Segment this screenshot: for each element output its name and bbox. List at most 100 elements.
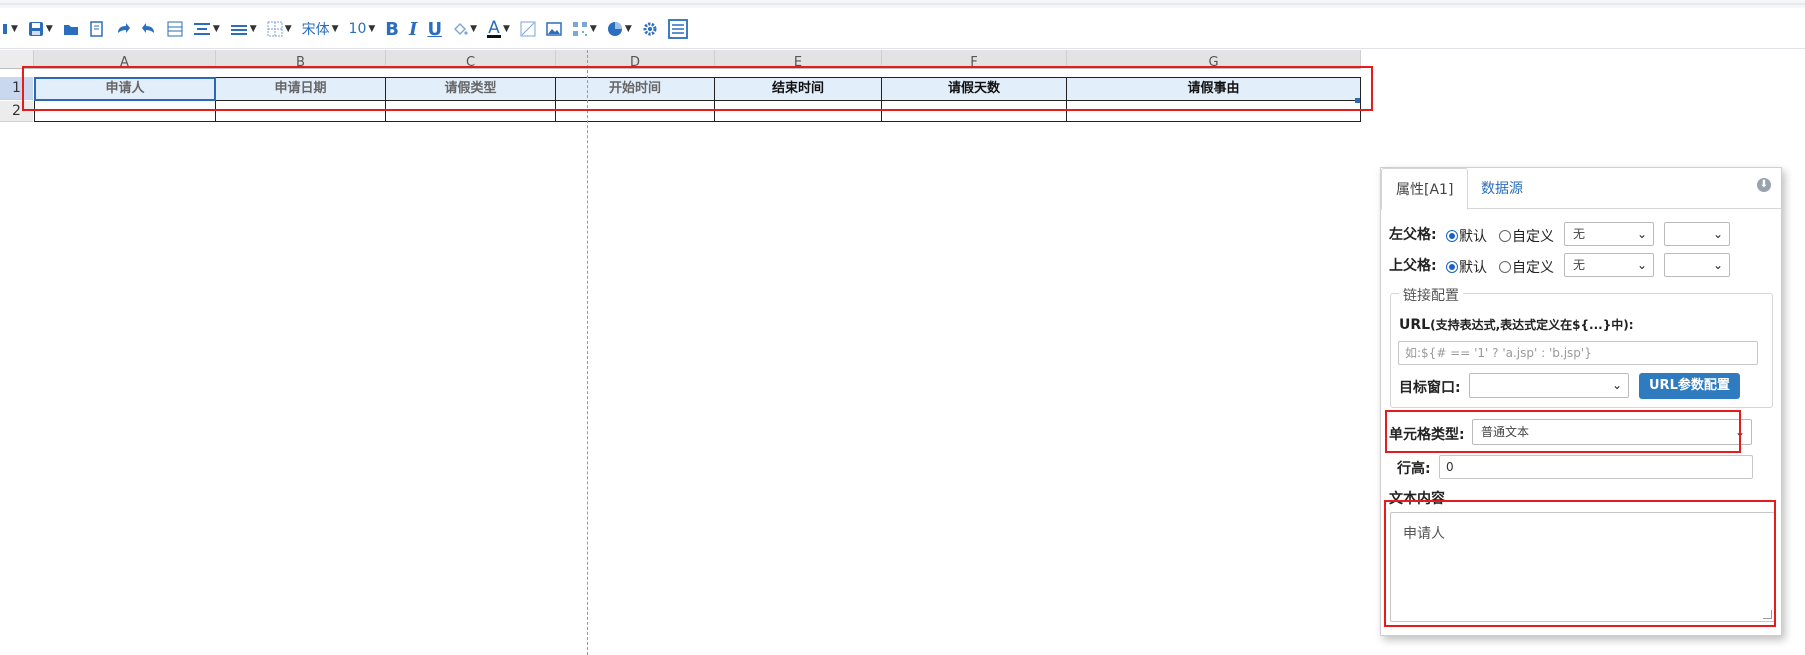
- text-content-textarea[interactable]: 申请人: [1390, 512, 1775, 622]
- barcode-dropdown[interactable]: ▼: [569, 16, 600, 42]
- font-color-swatch: [486, 34, 501, 38]
- pie-chart-icon: [607, 22, 622, 36]
- save-dropdown[interactable]: ▼: [25, 16, 56, 42]
- insert-image-button[interactable]: [543, 16, 565, 42]
- radio-checked-icon: [1446, 261, 1458, 273]
- top-parent-default-label: 默认: [1459, 260, 1487, 276]
- column-header-f[interactable]: F: [882, 50, 1067, 69]
- radio-unchecked-icon: [1499, 261, 1511, 273]
- folder-open-icon: [63, 25, 78, 35]
- cell-type-select[interactable]: 普通文本 ⌄: [1472, 419, 1752, 445]
- cell-f1[interactable]: 请假天数: [882, 77, 1067, 101]
- url-param-config-button[interactable]: URL参数配置: [1639, 373, 1740, 399]
- tab-datasource[interactable]: 数据源: [1467, 168, 1537, 208]
- cell-c1[interactable]: 请假类型: [386, 77, 556, 101]
- top-parent-column-select[interactable]: ⌄: [1664, 253, 1730, 277]
- cell-g2[interactable]: [1067, 101, 1361, 122]
- collapse-panel-icon[interactable]: ⬇: [1757, 178, 1771, 192]
- row-height-input[interactable]: 0: [1439, 455, 1753, 479]
- cell-e1[interactable]: 结束时间: [715, 77, 882, 101]
- cell-a1[interactable]: 申请人: [34, 77, 216, 101]
- cell-type-select-value: 普通文本: [1481, 425, 1530, 439]
- top-parent-default-radio[interactable]: 默认: [1446, 257, 1487, 277]
- left-parent-default-label: 默认: [1459, 229, 1487, 245]
- column-header-a[interactable]: A: [34, 50, 216, 69]
- chevron-down-icon: ⌄: [1712, 258, 1723, 272]
- cell-b1[interactable]: 申请日期: [216, 77, 386, 101]
- chevron-down-icon: ⌄: [1611, 378, 1622, 392]
- align-dropdown[interactable]: ▼: [190, 16, 223, 42]
- resize-grip-icon[interactable]: [1763, 610, 1772, 619]
- target-window-select[interactable]: ⌄: [1469, 373, 1629, 398]
- selection-handle[interactable]: [1355, 98, 1360, 103]
- column-header-b[interactable]: B: [216, 50, 386, 69]
- left-parent-custom-radio[interactable]: 自定义: [1499, 226, 1554, 246]
- undo-button[interactable]: [138, 16, 160, 42]
- border-dropdown[interactable]: ▼: [264, 16, 295, 42]
- browser-top-strip: [0, 0, 1805, 8]
- text-content-label: 文本内容: [1389, 491, 1445, 507]
- clear-format-button[interactable]: [517, 16, 539, 42]
- properties-panel-button[interactable]: [665, 16, 691, 42]
- left-parent-select-value: 无: [1573, 227, 1586, 241]
- url-input[interactable]: 如:${# == '1' ? 'a.jsp' : 'b.jsp'}: [1398, 341, 1758, 365]
- open-button[interactable]: [60, 16, 82, 42]
- font-size-dropdown[interactable]: 10 ▼: [346, 16, 379, 42]
- cell-f2[interactable]: [882, 101, 1067, 122]
- cell-type-label: 单元格类型:: [1389, 427, 1465, 443]
- left-parent-default-radio[interactable]: 默认: [1446, 226, 1487, 246]
- cell-a2[interactable]: [34, 101, 216, 122]
- top-parent-custom-label: 自定义: [1512, 260, 1554, 276]
- new-icon: [3, 24, 7, 34]
- toolbar: ▼ ▼ ▼ ▼ ▼ 宋体 ▼ 10 ▼ B I U ▼ A ▼ ▼ ▼: [0, 10, 1805, 49]
- new-dropdown[interactable]: ▼: [0, 16, 21, 42]
- row-header-2[interactable]: 2: [0, 101, 33, 122]
- chart-dropdown[interactable]: ▼: [604, 16, 635, 42]
- row-height-label: 行高:: [1397, 461, 1431, 477]
- top-parent-custom-radio[interactable]: 自定义: [1499, 257, 1554, 277]
- redo-icon: [117, 23, 130, 33]
- chevron-down-icon: ⌄: [1712, 227, 1723, 241]
- preview-icon: [90, 21, 103, 37]
- top-parent-label: 上父格:: [1389, 258, 1437, 274]
- underline-button[interactable]: U: [424, 16, 445, 42]
- cell-g1[interactable]: 请假事由: [1067, 77, 1361, 101]
- column-header-d[interactable]: D: [556, 50, 715, 69]
- cell-b2[interactable]: [216, 101, 386, 122]
- radio-checked-icon: [1446, 230, 1458, 242]
- font-family-dropdown[interactable]: 宋体 ▼: [299, 16, 342, 42]
- panel-tabs: 属性[A1] 数据源 ⬇: [1381, 168, 1781, 210]
- tab-properties[interactable]: 属性[A1]: [1381, 168, 1469, 210]
- row-header-1[interactable]: 1: [0, 77, 33, 100]
- left-parent-column-select[interactable]: ⌄: [1664, 222, 1730, 246]
- corner-cell[interactable]: [0, 50, 34, 69]
- left-parent-select[interactable]: 无 ⌄: [1564, 222, 1654, 246]
- cell-d1[interactable]: 开始时间: [556, 77, 715, 101]
- fill-color-dropdown[interactable]: ▼: [449, 16, 480, 42]
- url-hint: (支持表达式,表达式定义在${...}中):: [1430, 318, 1634, 332]
- valign-icon: [230, 25, 247, 35]
- column-header-c[interactable]: C: [386, 50, 556, 69]
- settings-button[interactable]: [639, 16, 661, 42]
- link-config-group: 链接配置 URL(支持表达式,表达式定义在${...}中): 如:${# == …: [1390, 285, 1773, 408]
- cell-e2[interactable]: [715, 101, 882, 122]
- preview-button[interactable]: [86, 16, 108, 42]
- font-color-dropdown[interactable]: A ▼: [484, 16, 513, 42]
- column-header-g[interactable]: G: [1067, 50, 1361, 69]
- list-icon: [667, 19, 688, 39]
- top-parent-select[interactable]: 无 ⌄: [1564, 253, 1654, 277]
- cell-d2[interactable]: [556, 101, 715, 122]
- url-label: URL: [1399, 317, 1431, 333]
- left-parent-label: 左父格:: [1389, 227, 1437, 243]
- redo-button[interactable]: [112, 16, 134, 42]
- bold-button[interactable]: B: [382, 16, 402, 42]
- column-header-e[interactable]: E: [715, 50, 882, 69]
- valign-dropdown[interactable]: ▼: [227, 16, 260, 42]
- font-family-value: 宋体: [301, 22, 330, 38]
- qrcode-icon: [572, 22, 587, 36]
- cell-c2[interactable]: [386, 101, 556, 122]
- font-color-letter: A: [488, 17, 500, 38]
- page-break-line: [587, 50, 588, 655]
- italic-button[interactable]: I: [406, 16, 420, 42]
- merge-cells-button[interactable]: [164, 16, 186, 42]
